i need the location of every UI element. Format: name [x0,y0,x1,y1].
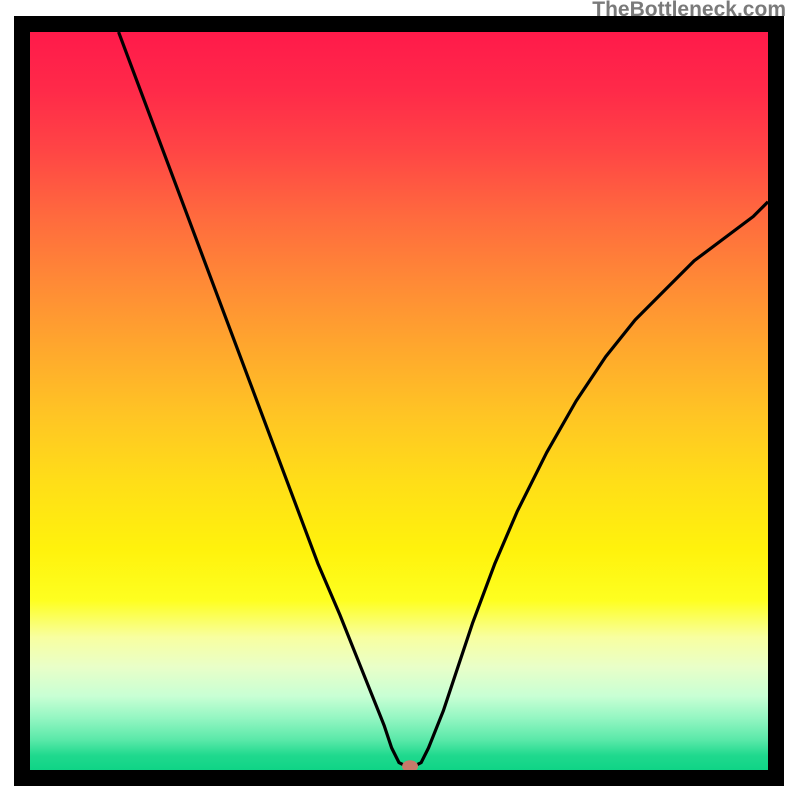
plot-area [30,32,768,770]
bottleneck-curve [119,32,768,766]
curve-svg [30,32,768,770]
chart-container: TheBottleneck.com [0,0,800,800]
minimum-marker [402,760,418,770]
